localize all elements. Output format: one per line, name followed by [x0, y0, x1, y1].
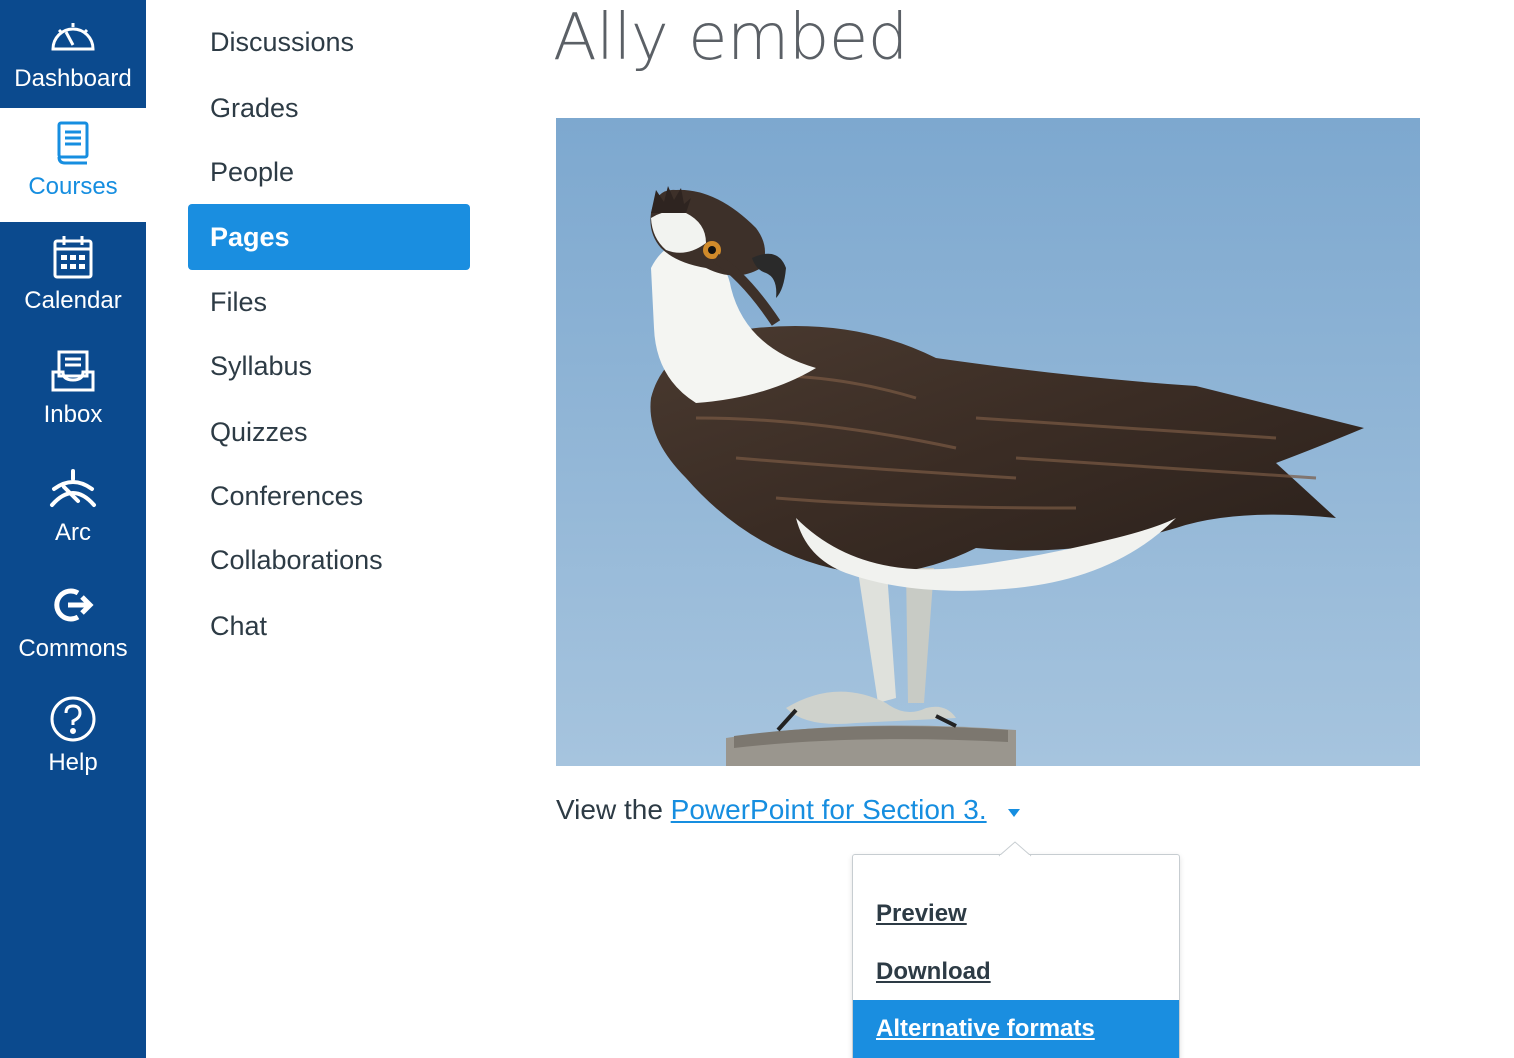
- calendar-icon: [48, 232, 98, 282]
- global-nav-label: Dashboard: [14, 65, 132, 92]
- powerpoint-link[interactable]: PowerPoint for Section 3.: [671, 794, 987, 825]
- global-nav-dashboard[interactable]: Dashboard: [0, 0, 146, 114]
- menu-item-preview[interactable]: Preview: [853, 885, 1179, 943]
- course-nav-discussions[interactable]: Discussions: [188, 9, 470, 75]
- page-title: Ally embed: [553, 1, 908, 75]
- inbox-icon: [48, 346, 98, 396]
- help-icon: [48, 694, 98, 744]
- global-nav: Dashboard Courses Calendar Inbox Arc Com…: [0, 0, 146, 1058]
- course-nav-grades[interactable]: Grades: [188, 75, 470, 141]
- caret-down-icon[interactable]: [1006, 806, 1022, 818]
- view-prefix: View the: [556, 794, 671, 825]
- global-nav-inbox[interactable]: Inbox: [0, 336, 146, 450]
- menu-item-alternative-formats[interactable]: Alternative formats: [853, 1000, 1179, 1058]
- course-nav-syllabus[interactable]: Syllabus: [188, 333, 470, 399]
- course-nav-pages[interactable]: Pages: [188, 204, 470, 270]
- global-nav-label: Courses: [28, 173, 118, 200]
- courses-icon: [48, 118, 98, 168]
- osprey-image: [556, 118, 1420, 766]
- course-nav-files[interactable]: Files: [188, 269, 470, 335]
- global-nav-label: Inbox: [43, 401, 103, 428]
- view-powerpoint-line: View the PowerPoint for Section 3.: [556, 790, 987, 830]
- global-nav-arc[interactable]: Arc: [0, 454, 146, 568]
- course-nav-chat[interactable]: Chat: [188, 593, 470, 659]
- menu-item-download[interactable]: Download: [853, 943, 1179, 1001]
- global-nav-courses[interactable]: Courses: [0, 108, 146, 222]
- global-nav-label: Calendar: [24, 287, 122, 314]
- global-nav-label: Help: [48, 749, 98, 776]
- course-nav-collaborations[interactable]: Collaborations: [188, 527, 470, 593]
- commons-icon: [48, 580, 98, 630]
- alternative-formats-menu: Preview Download Alternative formats: [852, 854, 1180, 1058]
- global-nav-calendar[interactable]: Calendar: [0, 222, 146, 336]
- dashboard-icon: [48, 10, 98, 60]
- global-nav-label: Commons: [18, 635, 128, 662]
- course-nav-conferences[interactable]: Conferences: [188, 463, 470, 529]
- global-nav-label: Arc: [55, 519, 91, 546]
- arc-icon: [48, 464, 98, 514]
- global-nav-commons[interactable]: Commons: [0, 570, 146, 684]
- global-nav-help[interactable]: Help: [0, 684, 146, 798]
- menu-pointer: [998, 841, 1032, 857]
- course-nav-quizzes[interactable]: Quizzes: [188, 399, 470, 465]
- course-nav-people[interactable]: People: [188, 139, 470, 205]
